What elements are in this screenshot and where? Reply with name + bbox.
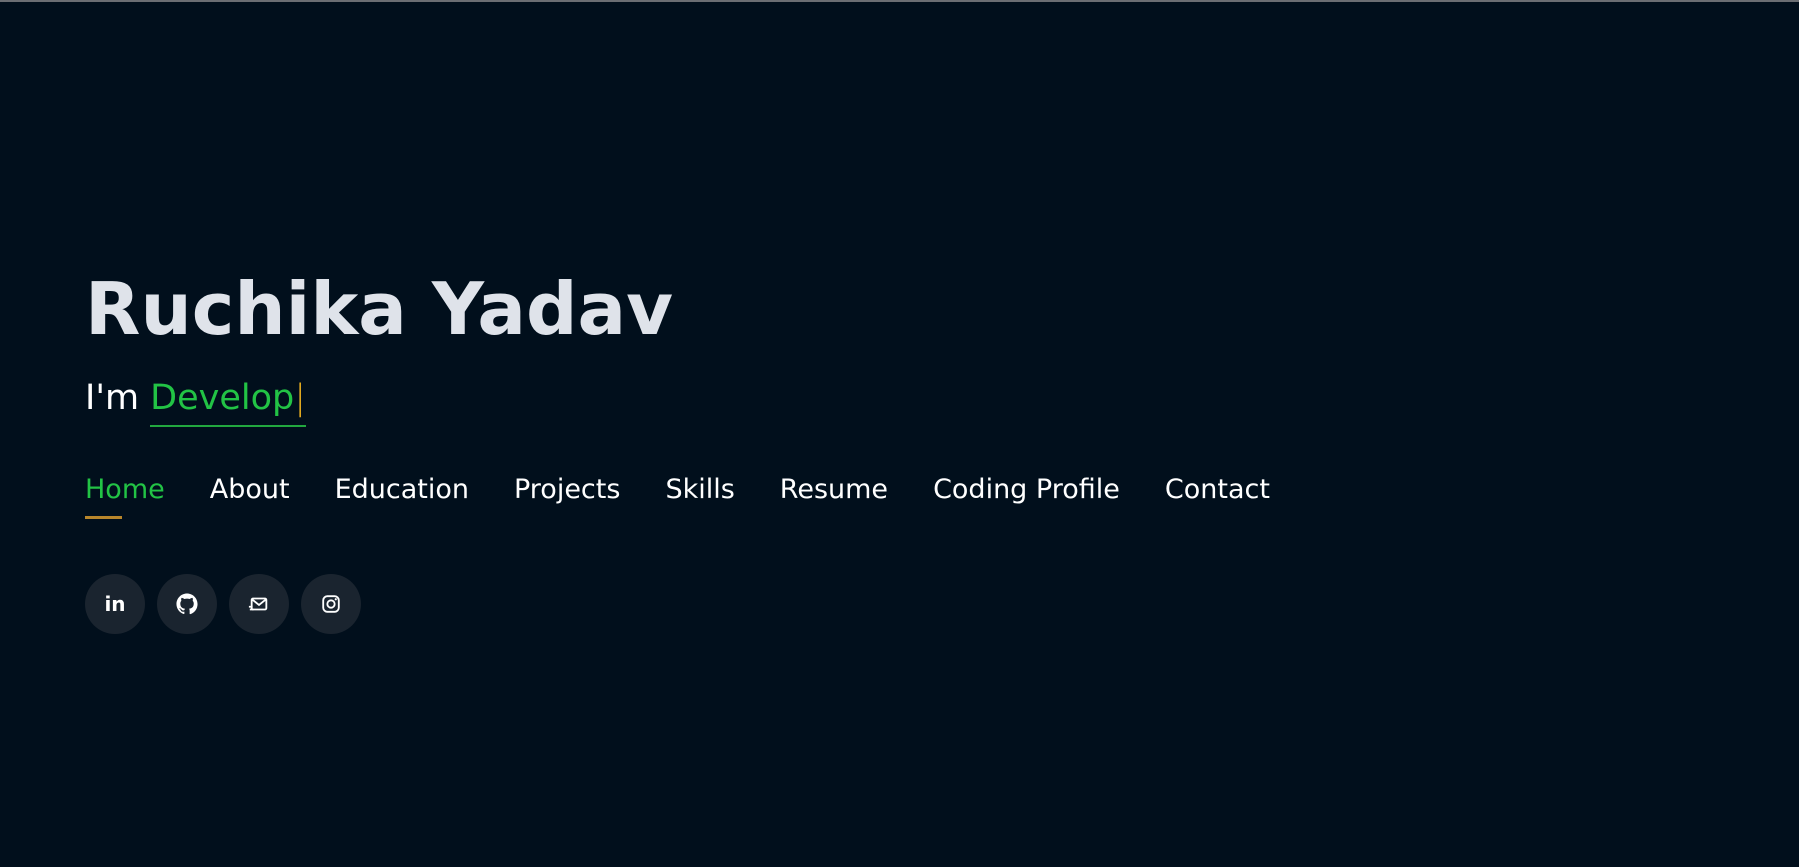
- nav-item-about[interactable]: About: [210, 470, 290, 510]
- nav-item-coding-profile[interactable]: Coding Profile: [933, 470, 1120, 510]
- hero-name: Ruchika Yadav: [85, 267, 674, 351]
- typed-role-text: Develop: [150, 378, 295, 418]
- github-icon: [176, 593, 198, 615]
- linkedin-button[interactable]: in: [85, 574, 145, 634]
- github-button[interactable]: [157, 574, 217, 634]
- typed-intro: I'm Develop|: [85, 375, 307, 427]
- social-links: in: [85, 574, 361, 634]
- email-button[interactable]: [229, 574, 289, 634]
- intro-prefix: I'm: [85, 378, 151, 418]
- typed-role: Develop|: [150, 375, 307, 427]
- nav-item-home[interactable]: Home: [85, 470, 165, 519]
- main-nav: Home About Education Projects Skills Res…: [85, 470, 1270, 519]
- instagram-icon: [322, 595, 340, 613]
- linkedin-icon: in: [104, 592, 126, 616]
- nav-item-skills[interactable]: Skills: [665, 470, 734, 510]
- nav-item-resume[interactable]: Resume: [780, 470, 888, 510]
- typing-cursor: |: [294, 378, 307, 418]
- nav-item-contact[interactable]: Contact: [1165, 470, 1270, 510]
- nav-item-projects[interactable]: Projects: [514, 470, 620, 510]
- nav-item-education[interactable]: Education: [335, 470, 469, 510]
- hero-section: Ruchika Yadav I'm Develop|: [85, 265, 674, 427]
- instagram-button[interactable]: [301, 574, 361, 634]
- email-icon: [248, 597, 268, 611]
- top-border: [0, 0, 1799, 2]
